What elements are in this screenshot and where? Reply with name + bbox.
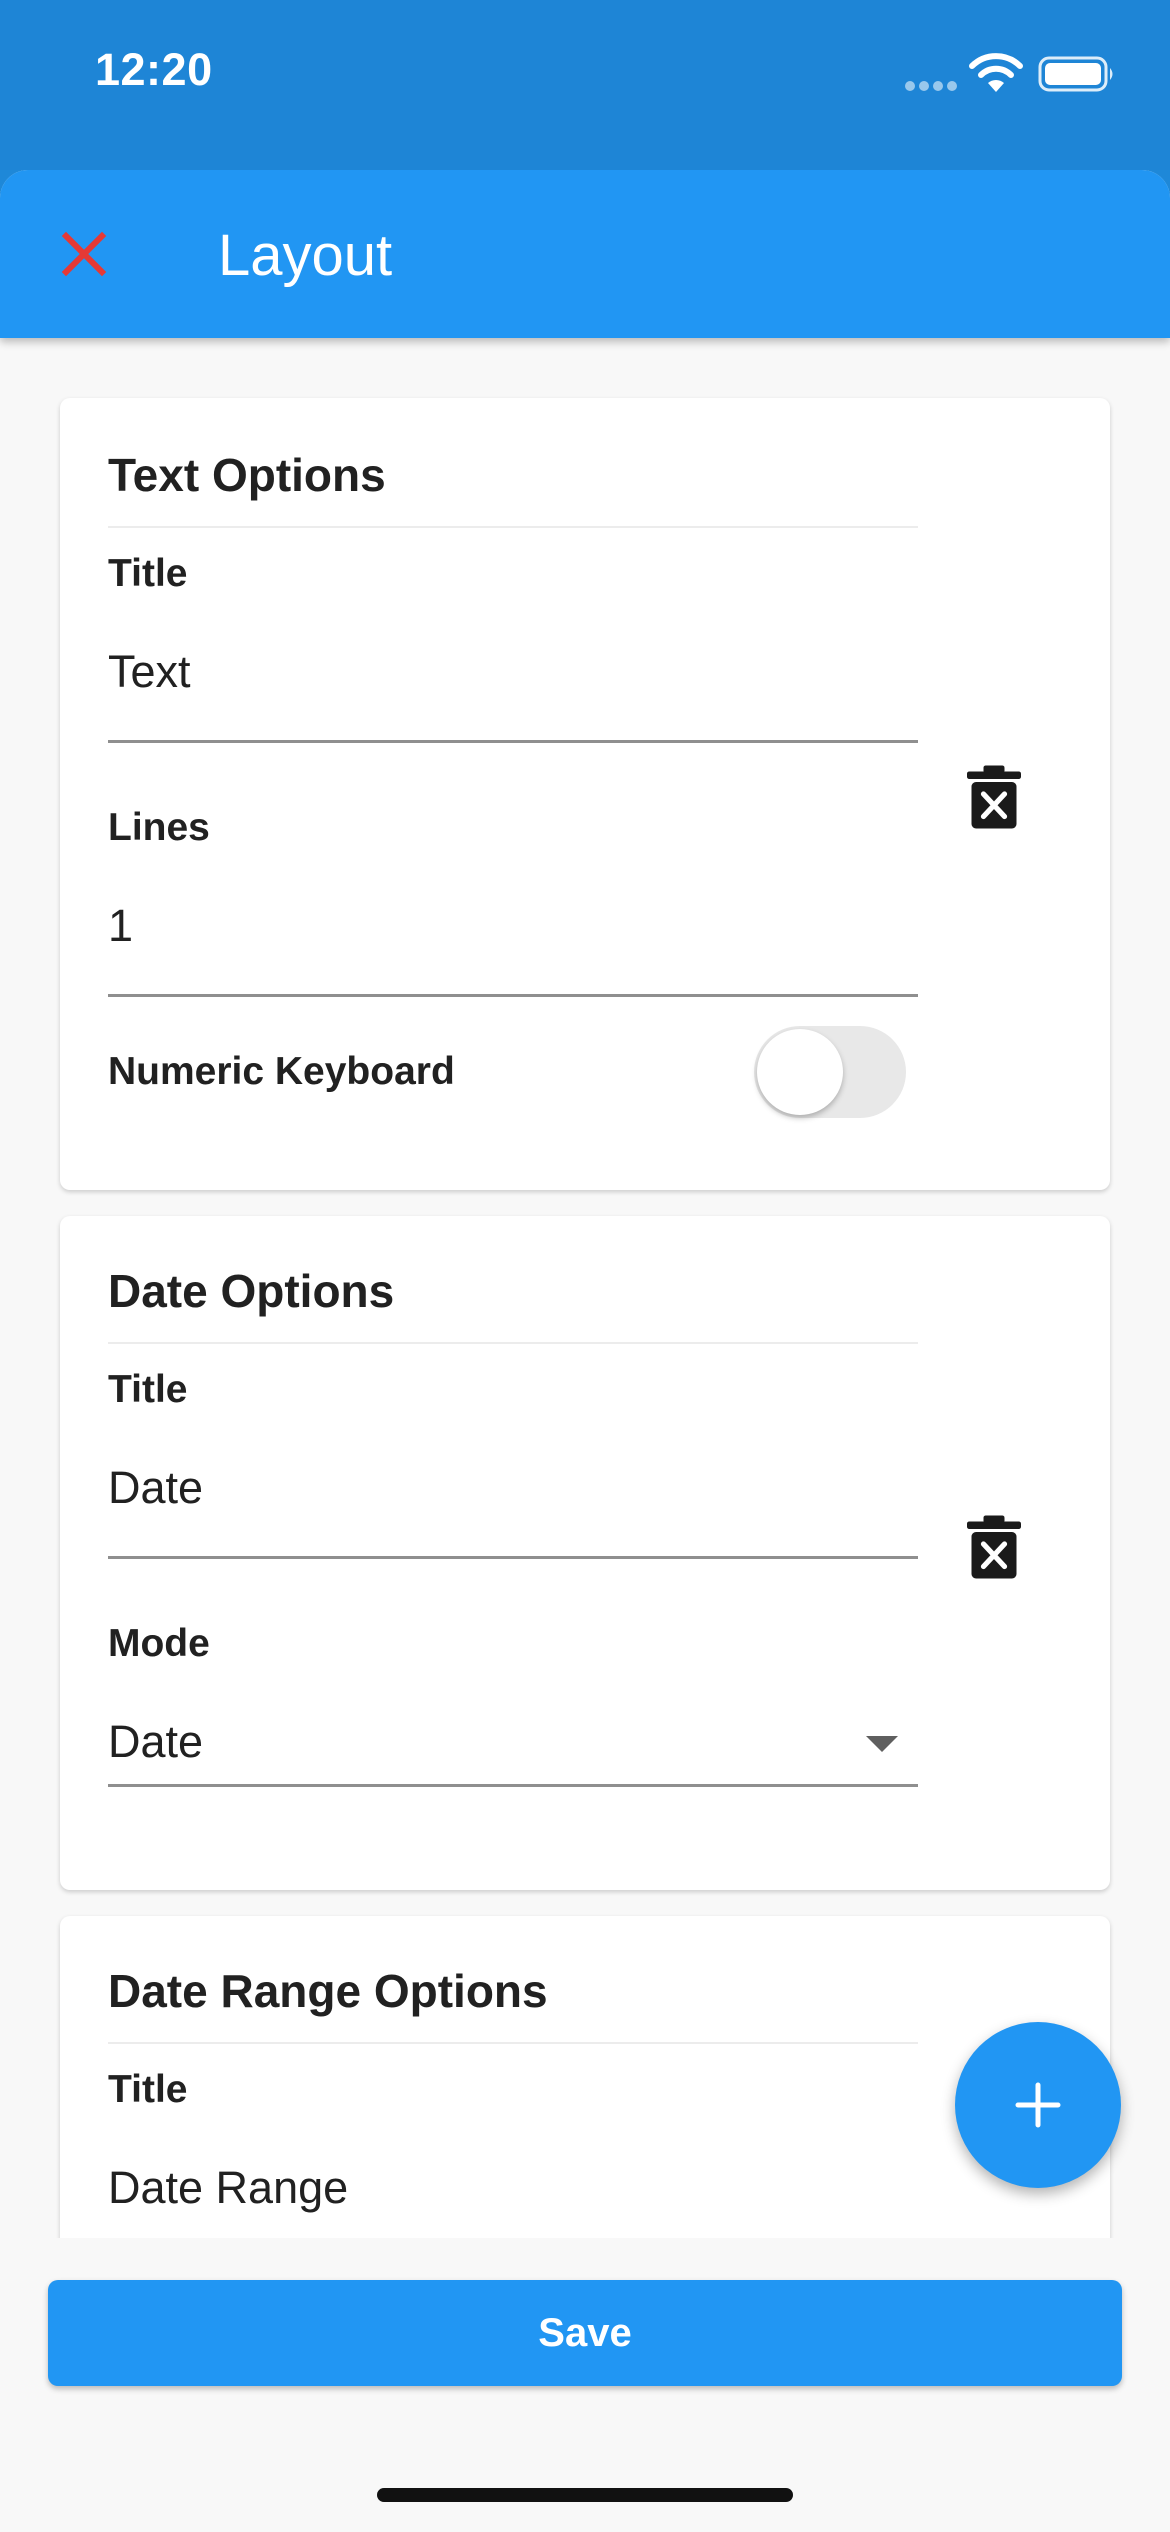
app-bar: Layout [0, 170, 1170, 338]
delete-text-options-button[interactable] [964, 764, 1024, 830]
title-label: Title [108, 1368, 188, 1411]
card-divider [108, 526, 918, 528]
trash-icon [967, 1515, 1021, 1579]
save-button[interactable]: Save [48, 2280, 1122, 2386]
status-bar: 12:20 [0, 0, 1170, 170]
battery-icon [1038, 56, 1113, 92]
date-options-card: Date Options Title Date Mode Date [60, 1216, 1110, 1890]
close-icon [61, 231, 107, 277]
date-range-options-card: Date Range Options Title Date Range [60, 1916, 1110, 2238]
page-title: Layout [218, 223, 393, 288]
title-label: Title [108, 552, 188, 595]
layout-sheet: Layout Text Options Title Text Lines 1 N… [0, 170, 1170, 2532]
save-button-label: Save [538, 2310, 632, 2355]
title-label: Title [108, 2068, 188, 2111]
add-field-button[interactable] [955, 2022, 1121, 2188]
title-input[interactable]: Date Range [108, 2162, 918, 2214]
mode-dropdown[interactable]: Date [108, 1716, 918, 1768]
title-input-underline [108, 1556, 918, 1559]
chevron-down-icon[interactable] [866, 1736, 898, 1752]
trash-icon [967, 765, 1021, 829]
lines-label: Lines [108, 806, 210, 849]
cellular-signal-icon [905, 81, 957, 91]
lines-input-underline [108, 994, 918, 997]
status-time: 12:20 [95, 44, 213, 95]
numeric-keyboard-toggle[interactable] [754, 1026, 906, 1118]
card-divider [108, 2042, 918, 2044]
plus-icon [1015, 2082, 1061, 2128]
title-input[interactable]: Text [108, 646, 918, 698]
mode-label: Mode [108, 1622, 210, 1665]
card-divider [108, 1342, 918, 1344]
card-heading: Date Options [108, 1265, 395, 1317]
lines-input[interactable]: 1 [108, 900, 918, 952]
card-heading: Date Range Options [108, 1965, 548, 2017]
title-input[interactable]: Date [108, 1462, 918, 1514]
card-heading: Text Options [108, 449, 386, 501]
title-input-underline [108, 740, 918, 743]
numeric-keyboard-label: Numeric Keyboard [108, 1050, 455, 1093]
layout-list[interactable]: Text Options Title Text Lines 1 Numeric … [0, 338, 1170, 2238]
toggle-thumb [757, 1029, 843, 1115]
delete-date-options-button[interactable] [964, 1514, 1024, 1580]
mode-dropdown-underline [108, 1784, 918, 1787]
home-indicator[interactable] [377, 2488, 793, 2502]
wifi-icon [969, 53, 1023, 92]
text-options-card: Text Options Title Text Lines 1 Numeric … [60, 398, 1110, 1190]
close-button[interactable] [50, 220, 118, 288]
